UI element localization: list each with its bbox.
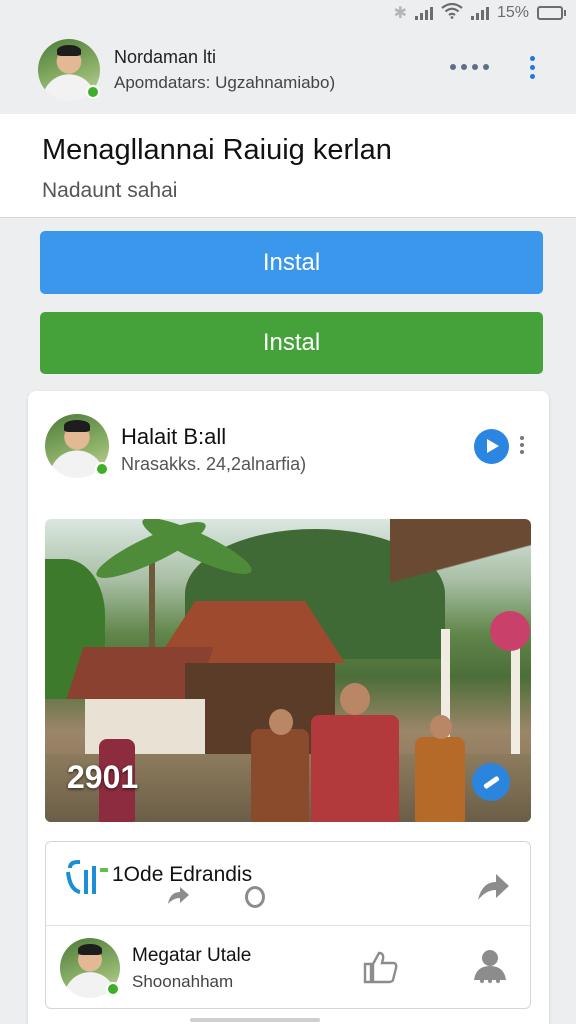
avatar[interactable] — [38, 39, 100, 101]
reply-icon[interactable] — [166, 886, 190, 906]
cellular-signal-icon — [470, 6, 489, 20]
share-icon[interactable] — [472, 763, 510, 801]
online-status-dot — [86, 85, 100, 99]
post-more-icon[interactable] — [520, 436, 524, 454]
post-author-subtitle: Nrasakks. 24,2alnarfia) — [121, 454, 307, 474]
wifi-icon — [441, 2, 463, 24]
signal-icon — [414, 6, 433, 20]
comment-text: Shoonahham — [132, 972, 234, 991]
play-icon[interactable] — [474, 429, 509, 464]
user-subtitle: Apomdatars: Ugzahnamiabo) — [114, 73, 336, 92]
comment-author[interactable]: Megatar Utale — [132, 945, 251, 967]
page-title: Menagllannai Raiuig kerlan — [42, 134, 392, 166]
status-bar: ✱ 15% — [0, 0, 576, 26]
photo-person — [415, 737, 465, 822]
post-actions: 1Ode Edrandis Megatar Utale Shoonahham — [45, 841, 531, 1009]
page-subtitle: Nadaunt sahai — [42, 179, 178, 202]
photo-person — [311, 715, 399, 822]
post-card: Halait B:all Nrasakks. 24,2alnarfia) 290… — [28, 391, 549, 1024]
online-status-dot — [95, 462, 109, 476]
action-row: 1Ode Edrandis — [46, 842, 530, 926]
post-photo[interactable]: 2901 — [45, 519, 531, 822]
battery-icon — [537, 6, 566, 20]
like-icon[interactable] — [362, 950, 398, 984]
app-logo-icon — [66, 860, 108, 894]
top-header: Nordaman lti Apomdatars: Ugzahnamiabo) — [0, 26, 576, 114]
post-author-name[interactable]: Halait B:all — [121, 424, 226, 450]
photo-person-head — [340, 683, 370, 715]
more-vertical-icon[interactable] — [530, 56, 535, 79]
photo-flowers — [490, 611, 530, 651]
install-button-secondary[interactable]: Instal — [40, 312, 543, 374]
photo-count: 2901 — [67, 759, 139, 795]
post-author-avatar[interactable] — [45, 414, 109, 478]
action-label[interactable]: 1Ode Edrandis — [112, 863, 252, 887]
install-button-primary[interactable]: Instal — [40, 231, 543, 294]
reaction-icon[interactable] — [245, 886, 265, 908]
photo-person-head — [430, 715, 452, 739]
bluetooth-icon: ✱ — [393, 5, 407, 22]
title-card: Menagllannai Raiuig kerlan Nadaunt sahai — [0, 114, 576, 218]
online-status-dot — [106, 982, 120, 996]
battery-percent: 15% — [496, 4, 529, 21]
user-info: Nordaman lti Apomdatars: Ugzahnamiabo) — [114, 47, 335, 93]
person-icon[interactable] — [471, 948, 509, 984]
home-indicator[interactable] — [190, 1018, 320, 1022]
forward-icon[interactable] — [476, 872, 510, 902]
user-name: Nordaman lti — [114, 47, 217, 67]
photo-person-head — [269, 709, 293, 735]
comment-avatar[interactable] — [60, 938, 120, 998]
comment-row: Megatar Utale Shoonahham — [46, 926, 530, 1010]
more-horizontal-icon[interactable] — [450, 64, 489, 70]
photo-person — [251, 729, 309, 822]
